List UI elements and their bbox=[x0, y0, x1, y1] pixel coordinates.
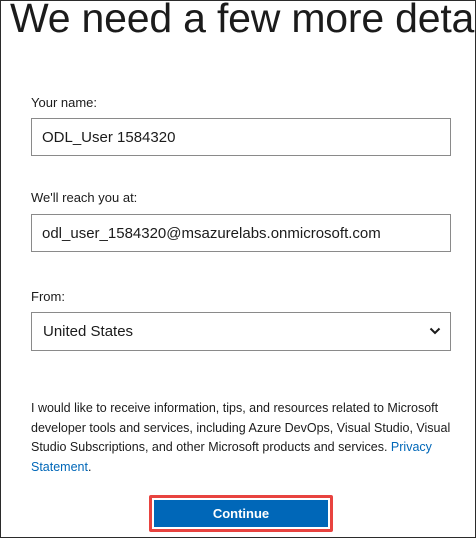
email-field[interactable] bbox=[31, 214, 451, 252]
country-select[interactable]: United States bbox=[31, 312, 451, 351]
country-label: From: bbox=[31, 289, 65, 304]
name-label: Your name: bbox=[31, 95, 98, 110]
details-dialog: We need a few more details Your name: We… bbox=[0, 0, 476, 538]
chevron-down-icon bbox=[429, 327, 441, 335]
consent-period: . bbox=[87, 459, 92, 474]
continue-button[interactable]: Continue bbox=[154, 500, 328, 527]
consent-text: I would like to receive information, tip… bbox=[31, 399, 453, 477]
name-field[interactable] bbox=[31, 118, 451, 156]
consent-body: I would like to receive information, tip… bbox=[31, 401, 451, 454]
email-label: We'll reach you at: bbox=[31, 190, 138, 205]
country-select-value: United States bbox=[43, 323, 134, 340]
page-title: We need a few more details bbox=[10, 0, 476, 41]
continue-highlight: Continue bbox=[149, 495, 333, 532]
